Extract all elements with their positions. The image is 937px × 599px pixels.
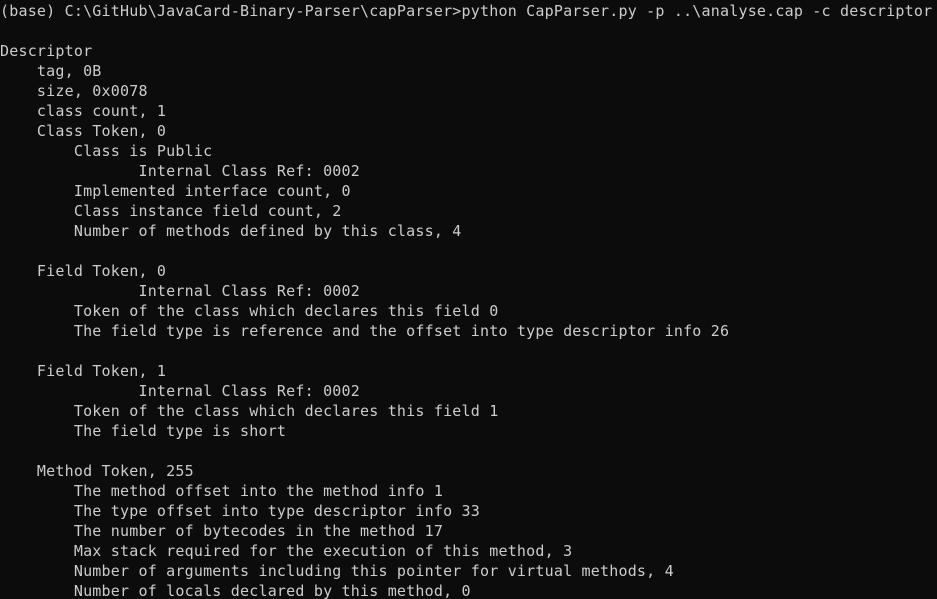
terminal-window[interactable]: (base) C:\GitHub\JavaCard-Binary-Parser\… <box>0 0 937 599</box>
output-line-locals-count: Number of locals declared by this method… <box>0 582 471 599</box>
output-line-field-type: The field type is short <box>0 422 287 440</box>
output-line-method-count: Number of methods defined by this class,… <box>0 222 462 240</box>
output-line-tag: tag, 0B <box>0 62 102 80</box>
output-line-internal-class-ref: Internal Class Ref: 0002 <box>0 382 360 400</box>
output-line-class-public: Class is Public <box>0 142 213 160</box>
output-line-declaring-class-token: Token of the class which declares this f… <box>0 402 499 420</box>
output-line-field-token-1: Field Token, 1 <box>0 362 167 380</box>
output-line-argument-count: Number of arguments including this point… <box>0 562 674 580</box>
output-line-instance-field-count: Class instance field count, 2 <box>0 202 342 220</box>
output-line-field-type: The field type is reference and the offs… <box>0 322 730 340</box>
command-prompt-line: (base) C:\GitHub\JavaCard-Binary-Parser\… <box>0 2 933 20</box>
output-line-bytecode-count: The number of bytecodes in the method 17 <box>0 522 444 540</box>
output-line-interface-count: Implemented interface count, 0 <box>0 182 351 200</box>
output-line-method-offset: The method offset into the method info 1 <box>0 482 444 500</box>
output-line-internal-class-ref: Internal Class Ref: 0002 <box>0 162 360 180</box>
output-line-declaring-class-token: Token of the class which declares this f… <box>0 302 499 320</box>
output-line-field-token-0: Field Token, 0 <box>0 262 167 280</box>
output-line-internal-class-ref: Internal Class Ref: 0002 <box>0 282 360 300</box>
output-line-class-token: Class Token, 0 <box>0 122 167 140</box>
output-line-class-count: class count, 1 <box>0 102 167 120</box>
output-line-type-offset: The type offset into type descriptor inf… <box>0 502 480 520</box>
section-heading-descriptor: Descriptor <box>0 42 93 60</box>
output-line-method-token: Method Token, 255 <box>0 462 194 480</box>
output-line-size: size, 0x0078 <box>0 82 148 100</box>
output-line-max-stack: Max stack required for the execution of … <box>0 542 573 560</box>
